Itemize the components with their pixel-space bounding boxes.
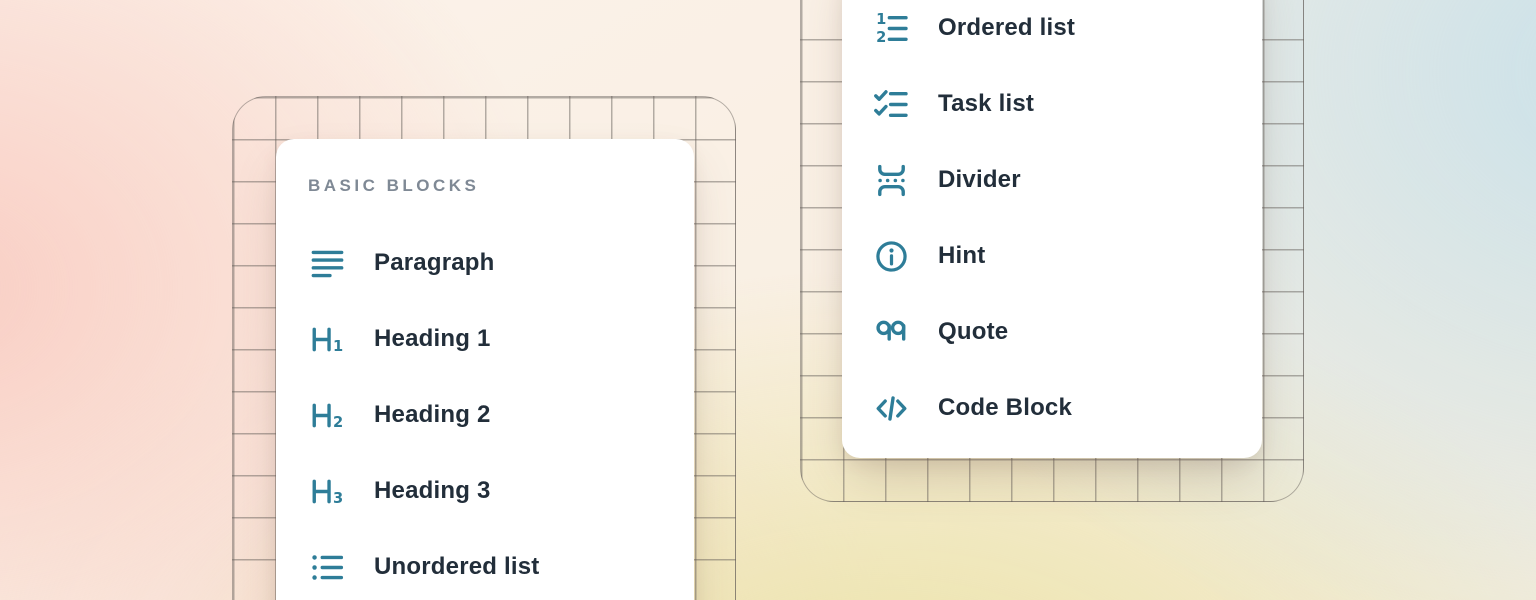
menu-item-label: Divider	[938, 166, 1021, 194]
menu-item-heading-1[interactable]: 1 Heading 1	[308, 301, 664, 377]
svg-text:2: 2	[333, 413, 343, 430]
divider-icon	[872, 161, 910, 199]
hint-icon	[872, 237, 910, 275]
ordered-list-icon: 1 2	[872, 9, 910, 47]
svg-text:1: 1	[876, 11, 886, 28]
svg-text:2: 2	[876, 29, 886, 46]
menu-item-quote[interactable]: Quote	[872, 294, 1232, 370]
unordered-list-icon	[308, 548, 346, 586]
menu-item-label: Quote	[938, 318, 1008, 346]
basic-blocks-menu: BASIC BLOCKS Paragraph 1 Heading 1 2 Hea…	[276, 139, 694, 600]
menu-item-label: Hint	[938, 242, 985, 270]
menu-list-left: Paragraph 1 Heading 1 2 Heading 2 3 Head…	[308, 225, 664, 600]
menu-item-heading-3[interactable]: 3 Heading 3	[308, 453, 664, 529]
menu-list-right: 1 2 Ordered list Task list Divider Hint …	[872, 0, 1232, 446]
menu-item-divider[interactable]: Divider	[872, 142, 1232, 218]
menu-item-unordered-list[interactable]: Unordered list	[308, 529, 664, 600]
menu-item-label: Heading 3	[374, 477, 491, 505]
heading-1-icon: 1	[308, 320, 346, 358]
menu-item-hint[interactable]: Hint	[872, 218, 1232, 294]
code-block-icon	[872, 389, 910, 427]
svg-text:1: 1	[333, 337, 343, 354]
menu-item-label: Heading 1	[374, 325, 491, 353]
section-title-basic-blocks: BASIC BLOCKS	[308, 175, 664, 197]
menu-item-task-list[interactable]: Task list	[872, 66, 1232, 142]
svg-text:3: 3	[333, 489, 343, 506]
menu-item-label: Paragraph	[374, 249, 495, 277]
heading-2-icon: 2	[308, 396, 346, 434]
menu-item-label: Code Block	[938, 394, 1072, 422]
heading-3-icon: 3	[308, 472, 346, 510]
quote-icon	[872, 313, 910, 351]
menu-item-ordered-list[interactable]: 1 2 Ordered list	[872, 0, 1232, 66]
menu-item-heading-2[interactable]: 2 Heading 2	[308, 377, 664, 453]
menu-item-label: Ordered list	[938, 14, 1075, 42]
menu-item-label: Heading 2	[374, 401, 491, 429]
blocks-menu-continued: 1 2 Ordered list Task list Divider Hint …	[842, 0, 1262, 458]
menu-item-label: Unordered list	[374, 553, 540, 581]
menu-item-paragraph[interactable]: Paragraph	[308, 225, 664, 301]
menu-item-label: Task list	[938, 90, 1034, 118]
task-list-icon	[872, 85, 910, 123]
paragraph-icon	[308, 244, 346, 282]
menu-item-code-block[interactable]: Code Block	[872, 370, 1232, 446]
